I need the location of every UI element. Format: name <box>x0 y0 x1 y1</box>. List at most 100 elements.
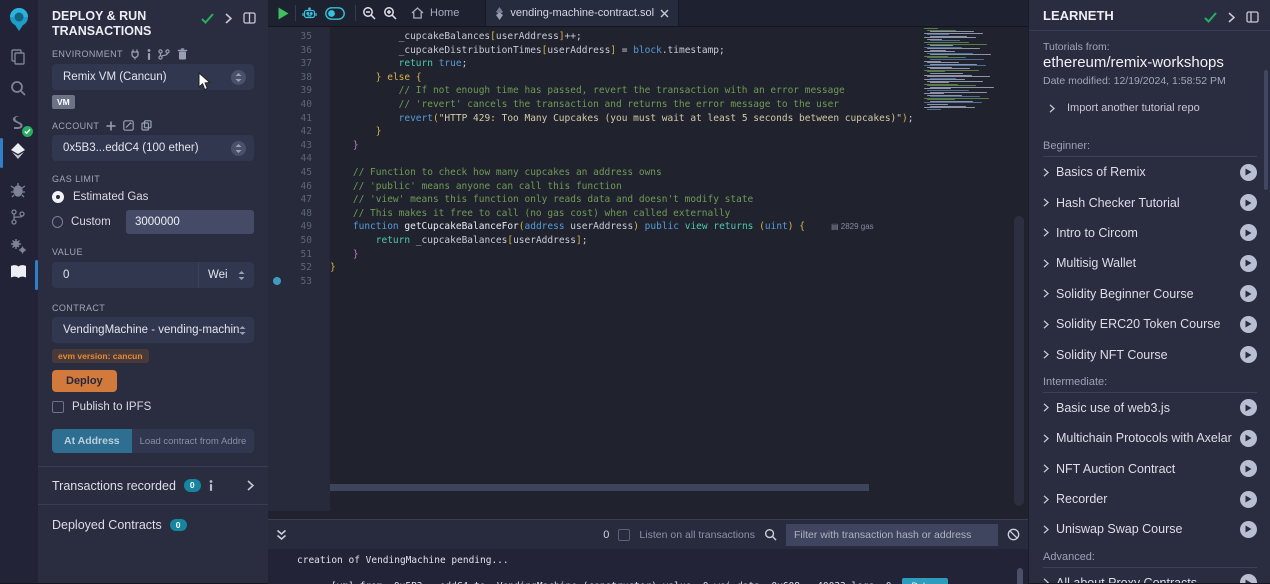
breakpoint-dot[interactable] <box>268 275 286 289</box>
tutorial-item[interactable]: Hash Checker Tutorial <box>1029 187 1270 217</box>
plugin-manager-icon[interactable] <box>9 237 29 257</box>
custom-gas-input[interactable] <box>126 210 254 234</box>
zoom-in-icon[interactable] <box>383 6 397 20</box>
breakpoint-gutter[interactable] <box>268 125 286 139</box>
tutorial-item[interactable]: Basics of Remix <box>1029 157 1270 187</box>
git-icon[interactable] <box>9 208 29 228</box>
tutorial-item[interactable]: Multisig Wallet <box>1029 248 1270 278</box>
transactions-info-icon[interactable] <box>209 480 213 491</box>
info-icon[interactable] <box>147 49 151 60</box>
close-tab-icon[interactable] <box>660 9 669 18</box>
tutorial-item[interactable]: Uniswap Swap Course <box>1029 514 1270 544</box>
at-address-input[interactable] <box>132 429 254 453</box>
environment-select[interactable]: Remix VM (Cancun) <box>52 64 254 90</box>
play-tutorial-button[interactable] <box>1240 399 1257 416</box>
tutorial-item[interactable]: Solidity ERC20 Token Course <box>1029 309 1270 339</box>
ai-assistant-icon[interactable] <box>302 6 317 21</box>
tutorial-item[interactable]: Solidity Beginner Course <box>1029 279 1270 309</box>
breakpoint-gutter[interactable] <box>268 44 286 58</box>
breakpoint-gutter[interactable] <box>268 234 286 248</box>
debug-button[interactable]: Debug <box>902 578 949 584</box>
play-tutorial-button[interactable] <box>1240 574 1257 583</box>
tutorial-item[interactable]: All about Proxy Contracts <box>1029 568 1270 583</box>
terminal-scrollbar[interactable] <box>1017 568 1023 584</box>
terminal-collapse-icon[interactable] <box>276 529 287 541</box>
debugger-icon[interactable] <box>9 181 29 201</box>
editor-minimap[interactable] <box>922 28 1012 118</box>
publish-ipfs-checkbox[interactable] <box>52 401 64 413</box>
tutorial-item[interactable]: Recorder <box>1029 484 1270 514</box>
editor-horizontal-scrollbar[interactable] <box>330 484 869 491</box>
plug-icon[interactable] <box>130 49 140 60</box>
custom-gas-radio[interactable] <box>52 216 63 228</box>
tutorial-item[interactable]: Solidity NFT Course <box>1029 339 1270 369</box>
play-tutorial-button[interactable] <box>1240 164 1257 181</box>
copy-account-icon[interactable] <box>141 120 152 131</box>
play-tutorial-button[interactable] <box>1240 255 1257 272</box>
ai-toggle-switch[interactable] <box>325 7 345 20</box>
editor-vertical-scrollbar[interactable] <box>1014 216 1024 506</box>
breakpoint-gutter[interactable] <box>268 139 286 153</box>
play-tutorial-button[interactable] <box>1240 430 1257 447</box>
play-tutorial-button[interactable] <box>1240 521 1257 538</box>
trash-icon[interactable] <box>177 48 188 60</box>
file-tab[interactable]: vending-machine-contract.sol <box>485 0 679 26</box>
breakpoint-gutter[interactable] <box>268 166 286 180</box>
breakpoint-gutter[interactable] <box>268 248 286 262</box>
terminal-clear-icon[interactable] <box>1007 528 1020 541</box>
deploy-button[interactable]: Deploy <box>52 370 117 392</box>
listen-transactions-checkbox[interactable] <box>618 529 630 541</box>
panel-layout-icon[interactable] <box>243 12 256 24</box>
play-tutorial-button[interactable] <box>1240 316 1257 333</box>
breakpoint-gutter[interactable] <box>268 71 286 85</box>
at-address-button[interactable]: At Address <box>52 429 132 453</box>
terminal-filter-input[interactable] <box>786 524 998 546</box>
breakpoint-gutter[interactable] <box>268 207 286 221</box>
learneth-chevron-right-icon[interactable] <box>1228 12 1235 23</box>
tutorial-item[interactable]: Multichain Protocols with Axelar <box>1029 423 1270 453</box>
breakpoint-gutter[interactable] <box>268 152 286 166</box>
value-unit-select[interactable]: Wei <box>198 262 254 288</box>
code-editor[interactable]: 35 _cupcakeBalances[userAddress]++;36 _c… <box>268 27 1028 511</box>
play-tutorial-button[interactable] <box>1240 194 1257 211</box>
deploy-run-icon[interactable] <box>9 142 29 162</box>
terminal-search-icon[interactable] <box>764 528 777 541</box>
play-tutorial-button[interactable] <box>1240 285 1257 302</box>
fork-state-icon[interactable] <box>158 49 170 60</box>
remix-logo-icon[interactable] <box>6 6 32 32</box>
estimated-gas-radio[interactable] <box>52 191 64 203</box>
search-icon[interactable] <box>9 79 29 99</box>
breakpoint-gutter[interactable] <box>268 193 286 207</box>
play-tutorial-button[interactable] <box>1240 224 1257 241</box>
file-explorer-icon[interactable] <box>9 48 29 68</box>
run-script-icon[interactable] <box>278 7 289 20</box>
learneth-layout-icon[interactable] <box>1246 11 1259 23</box>
zoom-out-icon[interactable] <box>362 6 376 20</box>
tutorial-item[interactable]: Intro to Circom <box>1029 218 1270 248</box>
panel-chevron-right-icon[interactable] <box>225 13 232 24</box>
play-tutorial-button[interactable] <box>1240 460 1257 477</box>
contract-select[interactable]: VendingMachine - vending-machin <box>52 317 254 343</box>
breakpoint-gutter[interactable] <box>268 84 286 98</box>
value-input[interactable] <box>52 269 198 281</box>
breakpoint-gutter[interactable] <box>268 180 286 194</box>
breakpoint-gutter[interactable] <box>268 30 286 44</box>
transactions-expand-icon[interactable] <box>247 480 254 491</box>
import-tutorial-repo[interactable]: Import another tutorial repo <box>1043 102 1257 114</box>
play-tutorial-button[interactable] <box>1240 491 1257 508</box>
add-account-icon[interactable] <box>106 121 116 131</box>
breakpoint-gutter[interactable] <box>268 57 286 71</box>
breakpoint-gutter[interactable] <box>268 261 286 275</box>
home-tab[interactable]: Home <box>411 7 459 19</box>
sign-message-icon[interactable] <box>123 120 134 131</box>
breakpoint-gutter[interactable] <box>268 98 286 112</box>
breakpoint-gutter[interactable] <box>268 220 286 234</box>
breakpoint-gutter[interactable] <box>268 112 286 126</box>
tutorial-item[interactable]: NFT Auction Contract <box>1029 454 1270 484</box>
tutorial-item[interactable]: Basic use of web3.js <box>1029 393 1270 423</box>
account-select[interactable]: 0x5B3...eddC4 (100 ether) <box>52 135 254 161</box>
transactions-recorded-row[interactable]: Transactions recorded 0 <box>38 466 268 505</box>
learneth-book-icon[interactable] <box>9 263 29 283</box>
play-tutorial-button[interactable] <box>1240 346 1257 363</box>
learneth-scrollbar[interactable] <box>1264 70 1268 190</box>
